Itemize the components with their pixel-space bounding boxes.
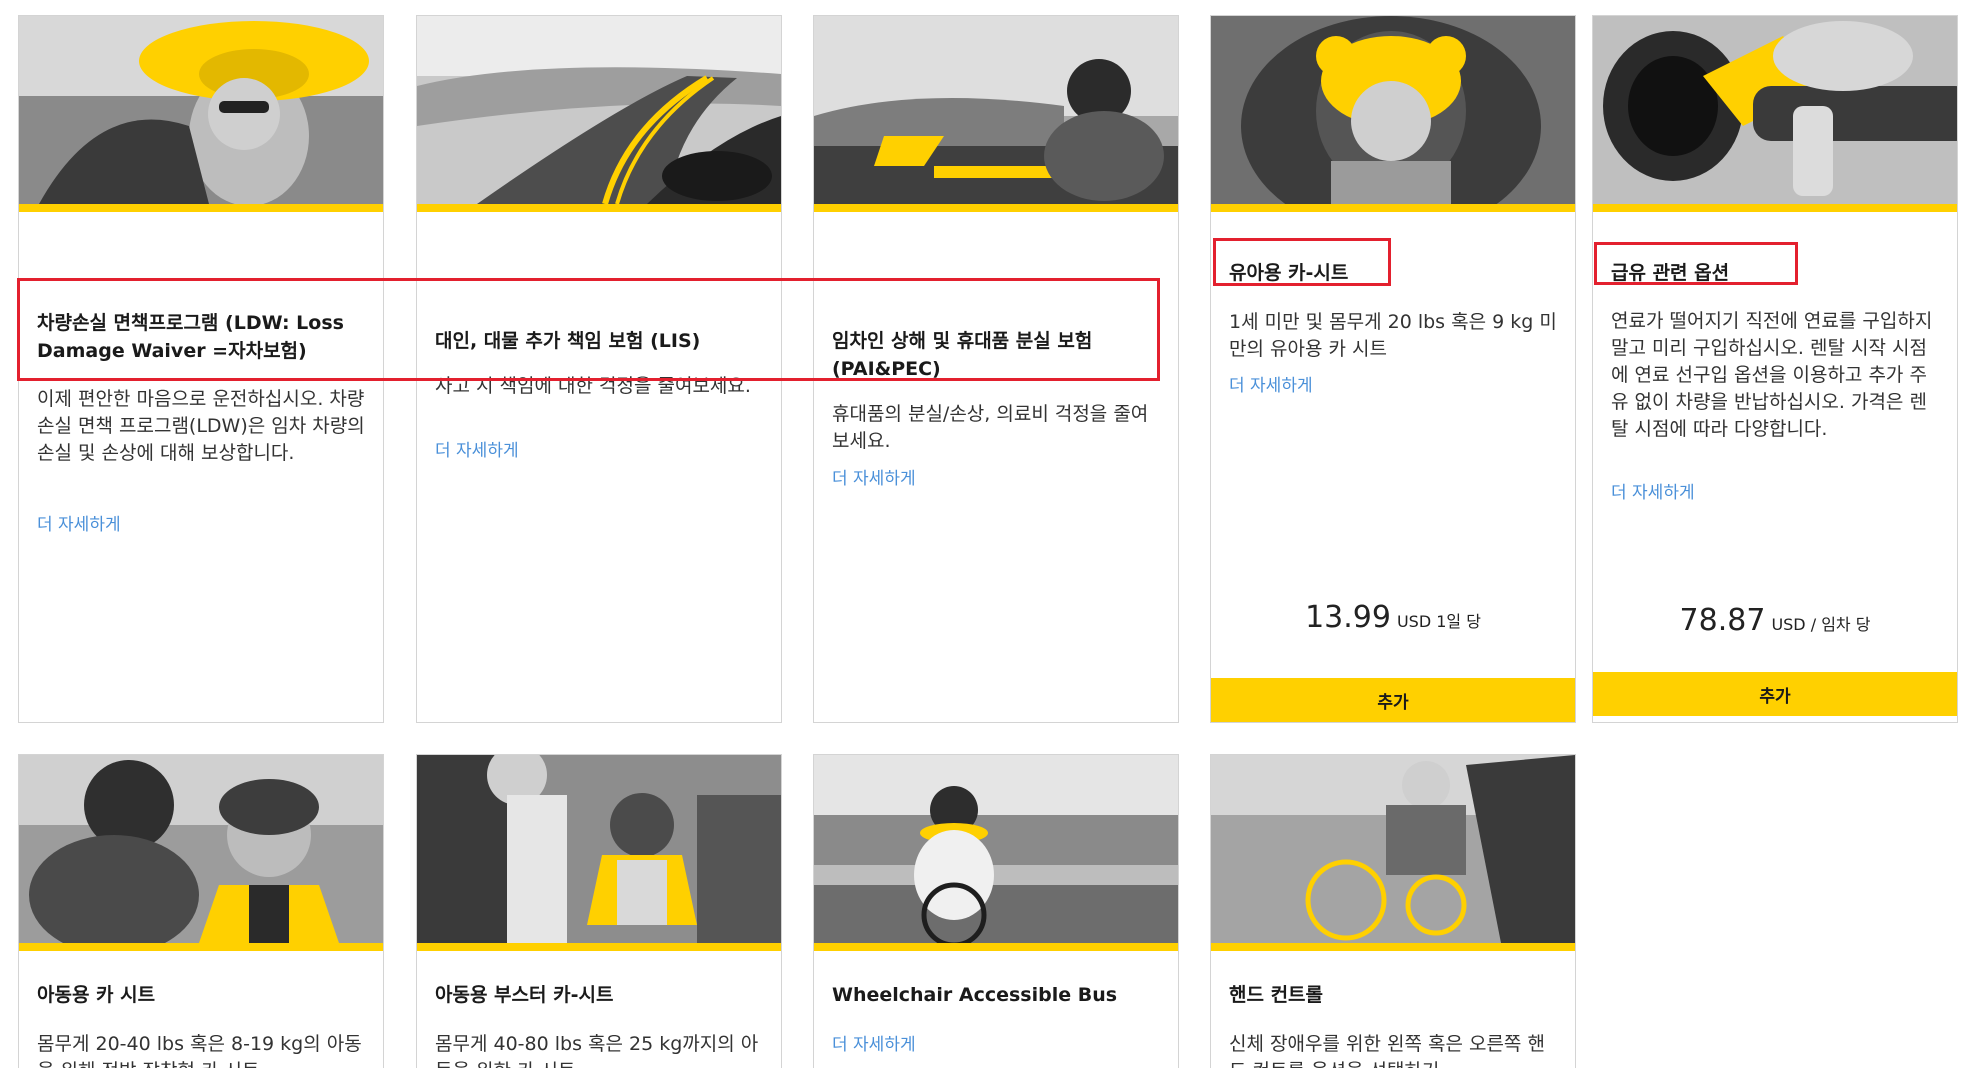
add-button[interactable]: 추가 [1211, 678, 1575, 722]
more-details-link[interactable]: 더 자세하게 [1229, 371, 1313, 396]
accent-stripe [417, 204, 781, 212]
accent-stripe [1593, 204, 1957, 212]
price-unit: USD 1일 당 [1396, 612, 1481, 631]
accent-stripe [1211, 943, 1575, 951]
highlight-box-infant-seat-title [1213, 238, 1391, 286]
add-button[interactable]: 추가 [1593, 672, 1957, 716]
highlight-box-fuel-title [1594, 242, 1798, 285]
card-image-convertible [814, 16, 1178, 204]
price-display: 78.87 USD / 임차 당 [1593, 603, 1957, 638]
card-image-woman-driving [19, 16, 383, 204]
card-title: 핸드 컨트롤 [1229, 984, 1324, 1006]
more-details-link[interactable]: 더 자세하게 [832, 464, 916, 489]
product-card-infant-seat: 유아용 카-시트 1세 미만 및 몸무게 20 lbs 혹은 9 kg 미만의 … [1210, 15, 1576, 723]
card-title: 아동용 부스터 카-시트 [435, 984, 614, 1006]
more-details-link[interactable]: 더 자세하게 [832, 1030, 916, 1055]
card-description: 몸무게 20-40 lbs 혹은 8-19 kg의 아동을 위해 전방 장착형 … [37, 1033, 362, 1068]
card-title: 아동용 카 시트 [37, 984, 156, 1006]
more-details-link[interactable]: 더 자세하게 [435, 436, 519, 461]
more-details-link[interactable]: 더 자세하게 [37, 510, 121, 535]
card-description: 신체 장애우를 위한 왼쪽 혹은 오른쪽 핸드 컨트롤 옵션을 선택하기 [1229, 1033, 1545, 1068]
accent-stripe [1211, 204, 1575, 212]
card-description: 연료가 떨어지기 직전에 연료를 구입하지 말고 미리 구입하십시오. 렌탈 시… [1611, 310, 1933, 440]
card-image-hand-control [1211, 755, 1575, 943]
card-description: 몸무게 40-80 lbs 혹은 25 kg까지의 아동을 위한 카 시트 [435, 1033, 759, 1068]
card-image-road [417, 16, 781, 204]
card-description: 휴대품의 분실/손상, 의료비 걱정을 줄여보세요. [832, 403, 1149, 452]
product-card-child-seat: 아동용 카 시트 몸무게 20-40 lbs 혹은 8-19 kg의 아동을 위… [18, 754, 384, 1068]
card-description: 이제 편안한 마음으로 운전하십시오. 차량손실 면책 프로그램(LDW)은 임… [37, 388, 365, 464]
product-card-fuel-option: 급유 관련 옵션 연료가 떨어지기 직전에 연료를 구입하지 말고 미리 구입하… [1592, 15, 1958, 723]
product-card-hand-control: 핸드 컨트롤 신체 장애우를 위한 왼쪽 혹은 오른쪽 핸드 컨트롤 옵션을 선… [1210, 754, 1576, 1068]
price-value: 13.99 [1305, 600, 1391, 635]
product-card-booster-seat: 아동용 부스터 카-시트 몸무게 40-80 lbs 혹은 25 kg까지의 아… [416, 754, 782, 1068]
more-details-link[interactable]: 더 자세하게 [1611, 478, 1695, 503]
accent-stripe [814, 204, 1178, 212]
product-card-wheelchair-bus: Wheelchair Accessible Bus 더 자세하게 [813, 754, 1179, 1068]
price-unit: USD / 임차 당 [1771, 615, 1871, 634]
card-image-booster-seat [417, 755, 781, 943]
card-image-wheelchair-user [814, 755, 1178, 943]
card-description: 1세 미만 및 몸무게 20 lbs 혹은 9 kg 미만의 유아용 카 시트 [1229, 311, 1557, 360]
accent-stripe [19, 204, 383, 212]
highlight-box-insurance-titles [17, 278, 1160, 381]
accent-stripe [19, 943, 383, 951]
price-value: 78.87 [1679, 603, 1766, 638]
card-image-child-seat [19, 755, 383, 943]
accent-stripe [814, 943, 1178, 951]
accent-stripe [417, 943, 781, 951]
card-title: Wheelchair Accessible Bus [832, 984, 1118, 1006]
card-image-fuel-nozzle [1593, 16, 1957, 204]
card-image-baby-seat [1211, 16, 1575, 204]
price-display: 13.99 USD 1일 당 [1211, 600, 1575, 635]
